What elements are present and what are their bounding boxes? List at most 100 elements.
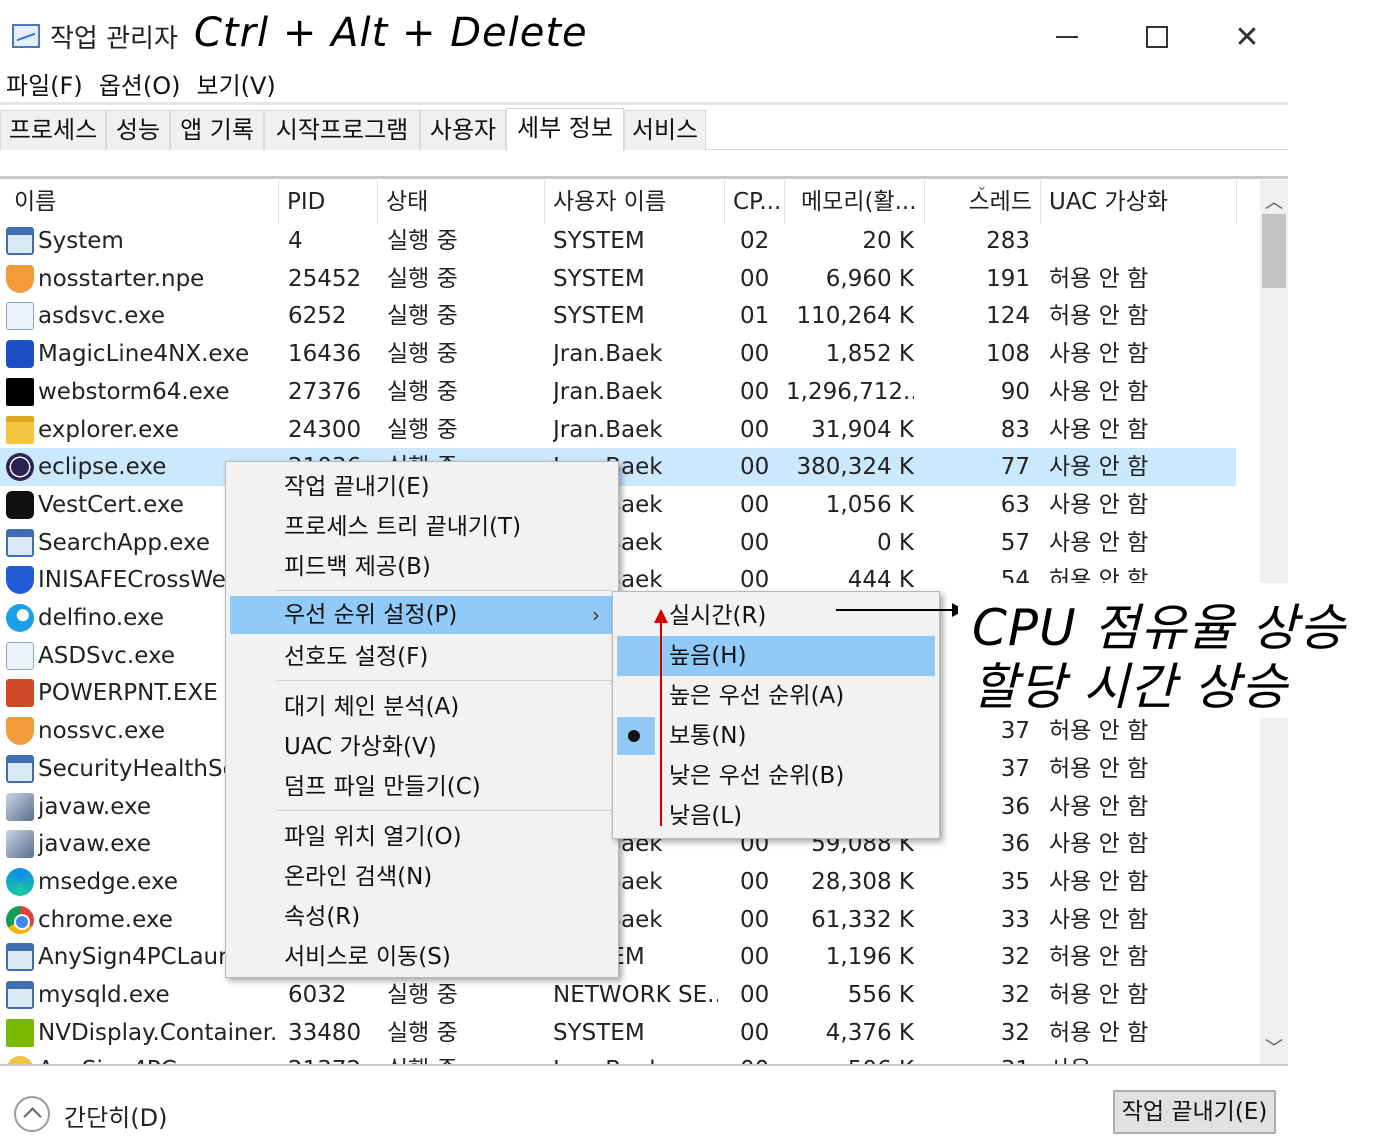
close-button[interactable]: ✕ (1224, 14, 1270, 60)
ctx-set-priority[interactable]: 우선 순위 설정(P) › (230, 596, 614, 634)
process-threads: 37 (1000, 755, 1030, 782)
column-cpu[interactable]: CP... (725, 180, 785, 224)
process-name: MagicLine4NX.exe (38, 341, 250, 368)
process-user: Jran.Baek (553, 378, 663, 405)
priority-above-normal[interactable]: 높은 우선 순위(A) (617, 676, 935, 716)
column-uac[interactable]: UAC 가상화 (1041, 180, 1237, 224)
column-status[interactable]: 상태 (378, 180, 545, 224)
generic-icon (6, 1056, 34, 1064)
process-uac: 사용 안 함 (1049, 868, 1149, 895)
ctx-feedback[interactable]: 피드백 제공(B) (230, 548, 614, 586)
process-uac (1049, 222, 1229, 260)
process-threads: 31 (930, 1051, 1030, 1064)
process-status: 실행 중 (387, 341, 458, 368)
table-row[interactable]: mysqld.exe 6032 실행 중 NETWORK SE... 00 556 K 32… (0, 976, 1236, 1014)
process-threads: 36 (1000, 793, 1030, 820)
process-user: Jran.Baek (553, 416, 663, 443)
priority-below-normal[interactable]: 낮은 우선 순위(B) (617, 756, 935, 796)
priority-normal[interactable]: 보통(N) (617, 716, 935, 756)
process-cpu: 00 (740, 416, 770, 443)
process-name: webstorm64.exe (38, 378, 230, 405)
task-manager-icon (12, 24, 40, 48)
process-uac: 사용 안 함 (1049, 793, 1149, 820)
window-icon (6, 227, 34, 255)
asdsvc-icon (6, 302, 34, 331)
process-memory: 0 K (876, 529, 914, 556)
scroll-thumb[interactable] (1262, 214, 1286, 288)
folder-icon (6, 415, 34, 444)
process-memory: 1,852 K (825, 341, 914, 368)
table-row[interactable]: AnySign4PC 21372 실행 중 Jran.Baek 00 506 K 31 사용 (0, 1051, 1236, 1064)
process-memory: 31,904 K (811, 416, 914, 443)
collapse-chevron-icon[interactable] (14, 1096, 50, 1132)
process-status: 실행 중 (387, 378, 458, 405)
eclipse-icon (6, 453, 34, 482)
column-name[interactable]: 이름 (0, 180, 279, 224)
ctx-uac-virtualization[interactable]: UAC 가상화(V) (230, 728, 614, 766)
table-row[interactable]: MagicLine4NX.exe 16436 실행 중 Jran.Baek 00 1,85… (0, 335, 1236, 373)
priority-high[interactable]: 높음(H) (617, 636, 935, 676)
process-memory: 110,264 K (796, 303, 914, 330)
table-row[interactable]: nosstarter.npe 25452 실행 중 SYSTEM 00 6,960 K 19… (0, 260, 1236, 298)
scroll-down-icon[interactable]: ﹀ (1260, 1034, 1288, 1059)
process-threads: 32 (1000, 982, 1030, 1008)
process-threads: 77 (1000, 454, 1030, 481)
process-threads: 33 (1000, 906, 1030, 933)
chrome-icon (6, 905, 34, 934)
process-user: SYSTEM (553, 1019, 645, 1046)
ctx-set-affinity[interactable]: 선호도 설정(F) (230, 638, 614, 676)
tab-app-history[interactable]: 앱 기록 (170, 110, 264, 150)
submenu-arrow-icon: › (592, 603, 600, 627)
title-bar: 작업 관리자 Ctrl + Alt + Delete ✕ (0, 0, 1288, 72)
tab-users[interactable]: 사용자 (420, 110, 506, 150)
ctx-end-task[interactable]: 작업 끝내기(E) (230, 468, 614, 506)
fewer-details-link[interactable]: 간단히(D) (64, 1098, 167, 1133)
ctx-go-to-services[interactable]: 서비스로 이동(S) (230, 938, 614, 976)
process-memory: 6,960 K (825, 265, 914, 292)
ctx-create-dump[interactable]: 덤프 파일 만들기(C) (230, 768, 614, 806)
menu-options[interactable]: 옵션(O) (91, 70, 189, 104)
table-bottom-border (0, 1064, 1288, 1066)
process-cpu: 00 (740, 265, 770, 292)
column-user[interactable]: 사용자 이름 (545, 180, 725, 224)
end-task-button[interactable]: 작업 끝내기(E) (1113, 1090, 1276, 1134)
ctx-properties[interactable]: 속성(R) (230, 898, 614, 936)
ctx-search-online[interactable]: 온라인 검색(N) (230, 858, 614, 896)
table-row[interactable]: explorer.exe 24300 실행 중 Jran.Baek 00 31,904 K… (0, 411, 1236, 449)
shortcut-annotation: Ctrl + Alt + Delete (194, 10, 588, 56)
menu-view[interactable]: 보기(V) (188, 70, 283, 104)
column-pid[interactable]: PID (279, 180, 378, 224)
process-status: 실행 중 (387, 1051, 537, 1064)
minimize-button[interactable] (1044, 14, 1090, 60)
ctx-analyze-wait-chain[interactable]: 대기 체인 분석(A) (230, 688, 614, 726)
process-cpu: 00 (740, 868, 770, 895)
maximize-button[interactable] (1134, 14, 1180, 60)
process-uac: 허용 안 함 (1049, 982, 1149, 1008)
column-memory[interactable]: 메모리(활... (785, 180, 925, 224)
process-cpu: 00 (740, 341, 770, 368)
table-row[interactable]: asdsvc.exe 6252 실행 중 SYSTEM 01 110,264 K 124 허용… (0, 297, 1236, 335)
table-row[interactable]: NVDisplay.Container.... 33480 실행 중 SYSTEM 00… (0, 1014, 1236, 1052)
table-row[interactable]: webstorm64.exe 27376 실행 중 Jran.Baek 00 1,296,… (0, 373, 1236, 411)
tab-details[interactable]: 세부 정보 (506, 108, 624, 151)
tab-startup[interactable]: 시작프로그램 (264, 110, 420, 150)
menu-file[interactable]: 파일(F) (0, 70, 91, 104)
tab-services[interactable]: 서비스 (624, 110, 706, 150)
inisafe-icon (6, 566, 34, 595)
process-name: mysqld.exe (38, 982, 170, 1008)
menu-separator (0, 102, 1288, 105)
process-name: NVDisplay.Container.... (38, 1019, 278, 1046)
edge-icon (6, 867, 34, 896)
tab-processes[interactable]: 프로세스 (0, 110, 106, 150)
process-status: 실행 중 (387, 982, 458, 1008)
table-row[interactable]: System 4 실행 중 SYSTEM 02 20 K 283 (0, 222, 1236, 260)
ctx-open-file-location[interactable]: 파일 위치 열기(O) (230, 818, 614, 856)
tab-performance[interactable]: 성능 (106, 110, 170, 150)
ctx-end-process-tree[interactable]: 프로세스 트리 끝내기(T) (230, 508, 614, 546)
java-icon (6, 830, 34, 859)
process-name: AnySign4PC (38, 1051, 278, 1064)
scroll-up-icon[interactable]: ︿ (1260, 188, 1288, 213)
process-memory: 20 K (862, 228, 914, 254)
close-icon: ✕ (1234, 19, 1260, 55)
priority-low[interactable]: 낮음(L) (617, 796, 935, 836)
